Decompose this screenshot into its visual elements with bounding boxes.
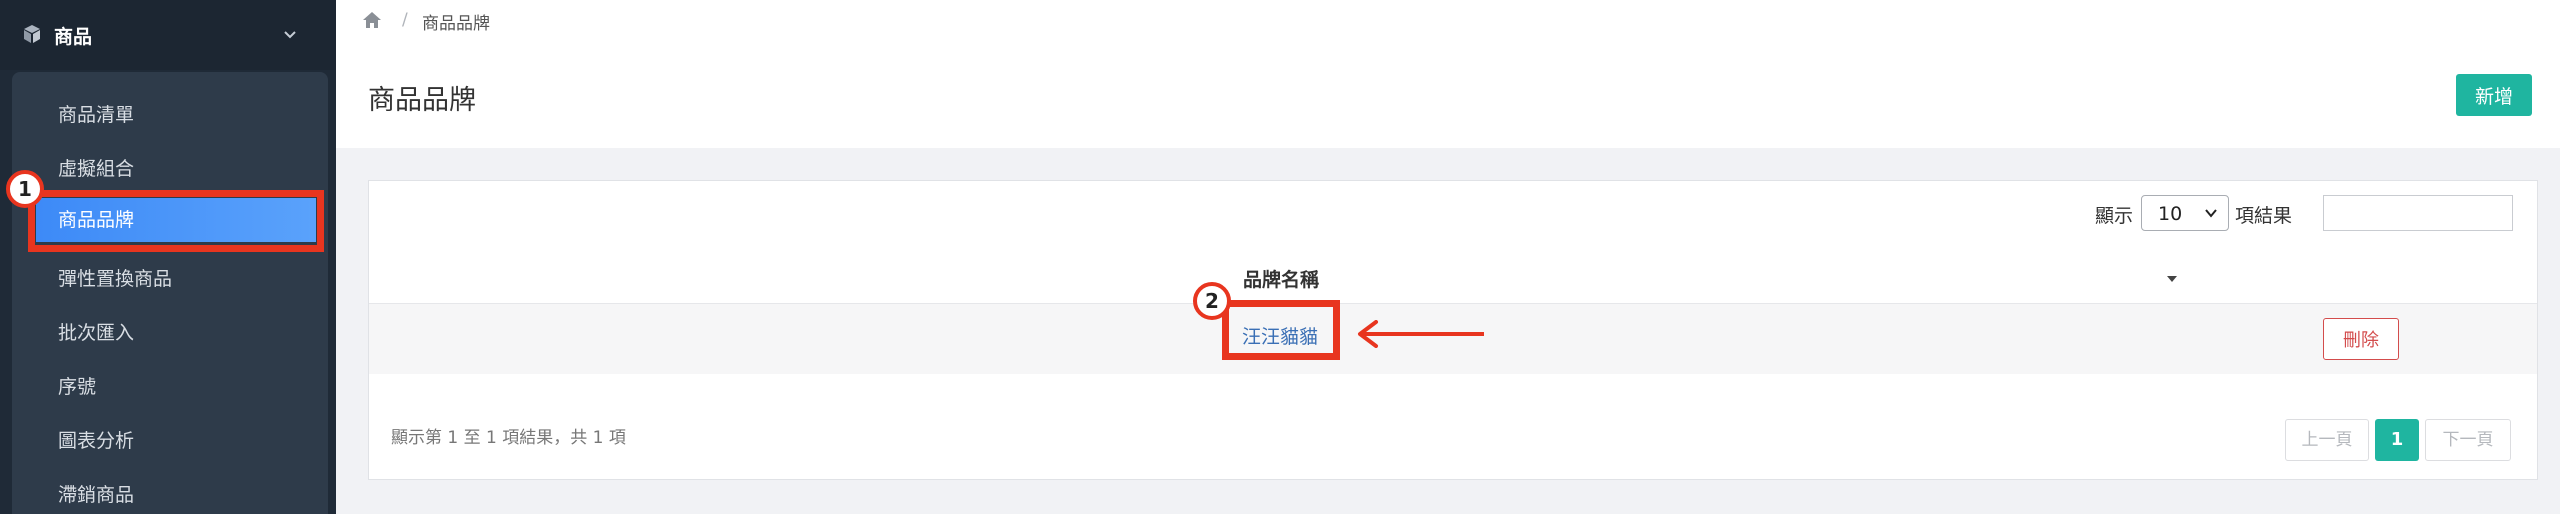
arrow-left-icon [1358, 320, 1484, 348]
add-button[interactable]: 新增 [2456, 74, 2532, 116]
sidebar-item-chart-analysis[interactable]: 圖表分析 [58, 426, 134, 453]
result-label: 項結果 [2235, 205, 2293, 227]
chevron-down-icon[interactable] [282, 26, 298, 42]
sidebar-item-serial[interactable]: 序號 [58, 372, 96, 399]
sidebar-item-flexible-swap[interactable]: 彈性置換商品 [58, 264, 172, 291]
page-title: 商品品牌 [368, 85, 476, 116]
sidebar-item-virtual-bundle[interactable]: 虛擬組合 [58, 154, 134, 181]
breadcrumb-separator: / [402, 10, 408, 30]
step-badge-1: 1 [6, 170, 44, 208]
step-badge-2: 2 [1193, 282, 1231, 320]
sort-caret-icon[interactable] [2166, 275, 2178, 283]
search-input[interactable] [2323, 195, 2513, 231]
next-page-button[interactable]: 下一頁 [2425, 419, 2511, 461]
prev-page-button[interactable]: 上一頁 [2285, 419, 2369, 461]
page-header: 商品品牌 新增 [336, 44, 2560, 148]
breadcrumb: / 商品品牌 [336, 0, 2560, 45]
home-icon[interactable] [362, 10, 382, 30]
sidebar-item-slow-moving[interactable]: 滯銷商品 [58, 480, 134, 507]
chevron-down-icon [2205, 209, 2217, 218]
sidebar-section-title: 商品 [54, 26, 93, 48]
highlight-box-1 [28, 190, 324, 252]
page-length-value: 10 [2158, 203, 2183, 225]
sidebar: 商品 商品清單 虛擬組合 商品品牌 彈性置換商品 批次匯入 序號 圖表分析 滯銷… [0, 0, 336, 514]
cube-icon [24, 25, 40, 43]
sidebar-item-batch-import[interactable]: 批次匯入 [58, 318, 134, 345]
column-header-brand-name[interactable]: 品牌名稱 [1243, 265, 1319, 292]
sidebar-section-products[interactable]: 商品 [0, 0, 336, 70]
page-length-select[interactable]: 10 [2141, 195, 2229, 231]
table-info: 顯示第 1 至 1 項結果，共 1 項 [391, 428, 626, 448]
highlight-box-2 [1222, 300, 1340, 360]
sidebar-item-product-list[interactable]: 商品清單 [58, 100, 134, 127]
page-1-button[interactable]: 1 [2375, 419, 2419, 461]
breadcrumb-current: 商品品牌 [422, 14, 490, 34]
show-label: 顯示 [2095, 205, 2134, 227]
delete-button[interactable]: 刪除 [2323, 318, 2399, 360]
